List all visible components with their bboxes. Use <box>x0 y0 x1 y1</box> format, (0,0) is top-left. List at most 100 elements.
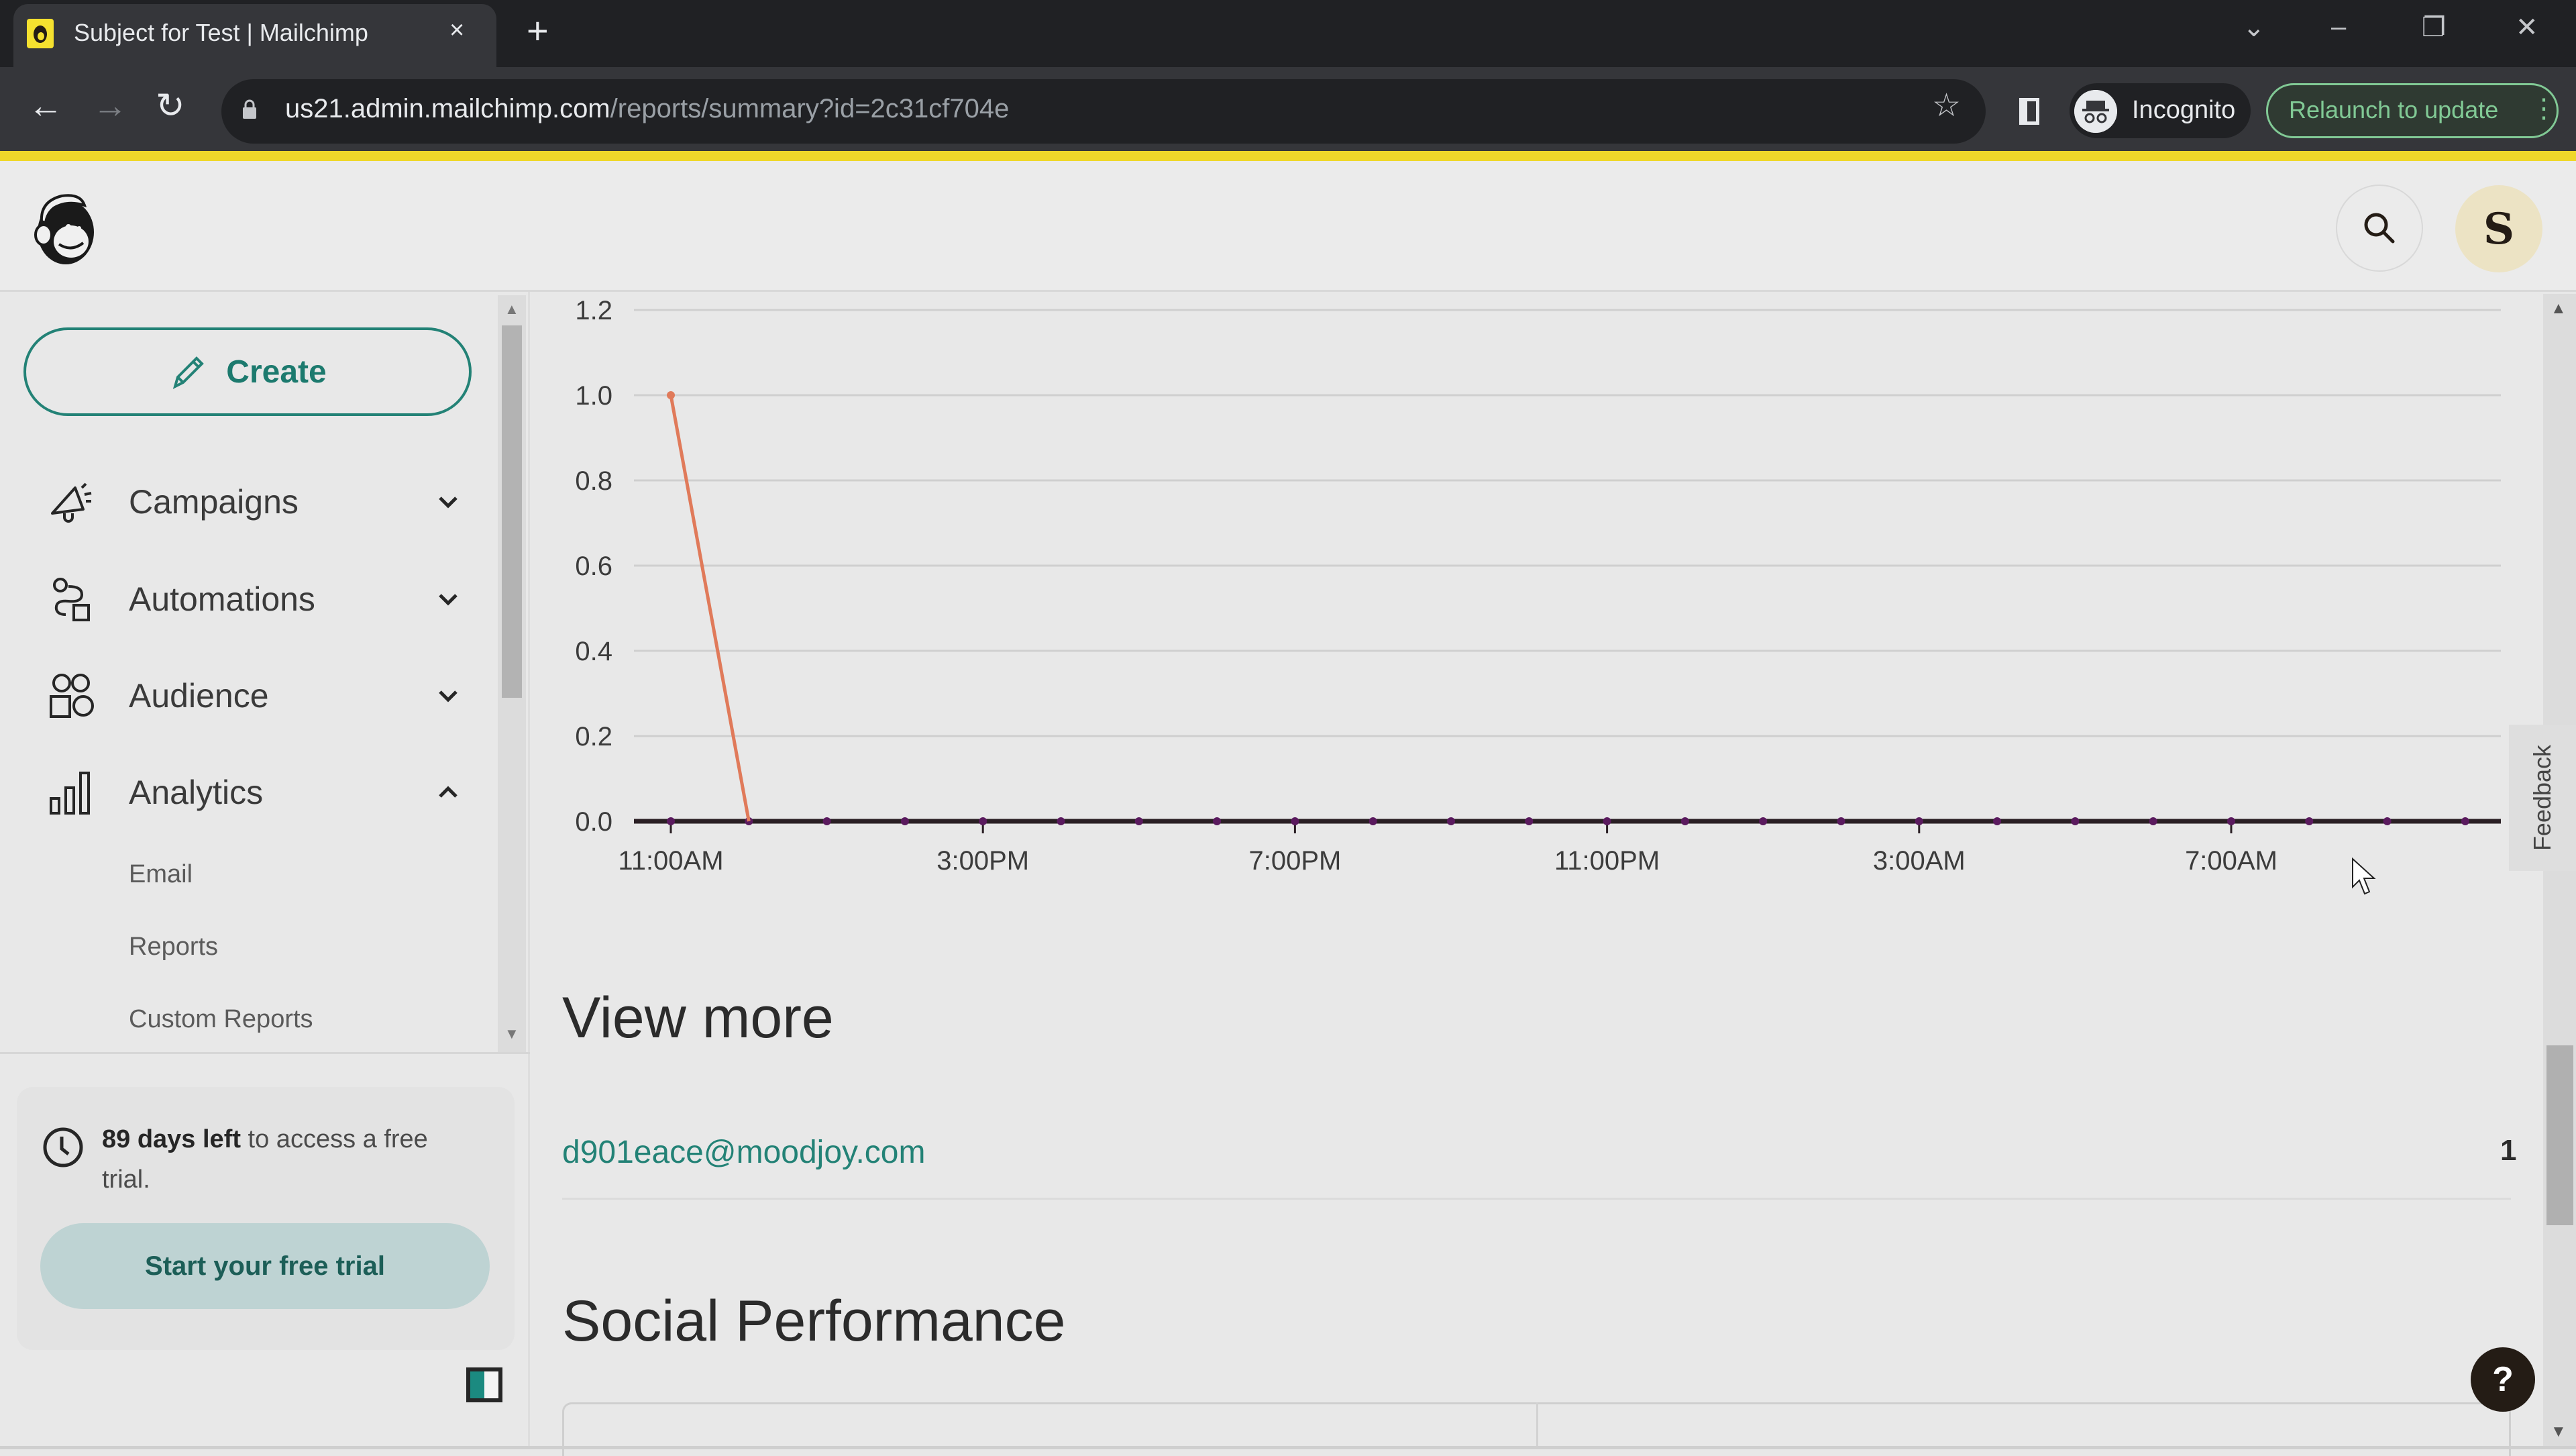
incognito-label: Incognito <box>2132 96 2236 124</box>
x-tick-label: 11:00AM <box>618 846 723 876</box>
social-card-divider <box>1536 1402 1538 1449</box>
forward-icon[interactable]: → <box>93 89 127 123</box>
relaunch-label: Relaunch to update <box>2289 96 2499 123</box>
chevron-down-icon[interactable] <box>435 488 462 515</box>
minimize-icon[interactable]: – <box>2331 12 2346 42</box>
y-tick-label: 0.0 <box>575 807 612 837</box>
sidebar-item-analytics[interactable]: Analytics <box>0 752 490 833</box>
sidebar-item-audience[interactable]: Audience <box>0 656 490 736</box>
view-more-heading: View more <box>562 986 834 1050</box>
y-tick-label: 0.6 <box>575 552 612 581</box>
url-host: us21.admin.mailchimp.com <box>285 94 610 123</box>
tab-close-icon[interactable]: × <box>449 16 464 45</box>
x-tick-label: 7:00PM <box>1248 846 1341 876</box>
mailchimp-logo-icon[interactable] <box>27 188 101 268</box>
side-panel-icon[interactable] <box>2019 98 2039 125</box>
y-tick-label: 1.2 <box>575 296 612 325</box>
data-point-b <box>1368 817 1377 825</box>
tab-search-chevron-icon[interactable]: ⌄ <box>2243 12 2265 43</box>
window-close-icon[interactable]: ✕ <box>2516 12 2538 43</box>
subscriber-email-link[interactable]: d901eace@moodjoy.com <box>562 1134 925 1171</box>
data-point-b <box>900 817 909 825</box>
nav-label: Audience <box>129 677 269 715</box>
chevron-down-icon[interactable] <box>435 586 462 613</box>
mailchimp-favicon-icon <box>27 19 54 48</box>
search-button[interactable] <box>2336 185 2423 272</box>
incognito-icon <box>2074 90 2117 133</box>
trial-message: 89 days left to access a free trial. <box>102 1119 478 1200</box>
sidebar-divider <box>0 1052 530 1054</box>
search-icon <box>2364 213 2395 244</box>
data-point-b <box>1057 817 1065 825</box>
subscriber-count: 1 <box>2500 1134 2517 1167</box>
x-tick-label: 7:00AM <box>2185 846 2277 876</box>
restore-icon[interactable]: ❐ <box>2422 12 2446 43</box>
main-scroll-down-icon[interactable]: ▼ <box>2551 1422 2567 1441</box>
user-avatar[interactable]: S <box>2455 185 2542 272</box>
main-scrollbar[interactable] <box>2543 294 2576 1449</box>
feedback-label: Feedback <box>2528 744 2557 851</box>
line-chart: 0.0 0.2 0.4 0.6 0.8 1.0 1.2 11:00AM 3:00PM 7:00PM… <box>575 296 2501 876</box>
start-free-trial-button[interactable]: Start your free trial <box>40 1223 490 1309</box>
x-tick-label: 3:00AM <box>1873 846 1966 876</box>
megaphone-icon <box>51 482 92 523</box>
url-path: /reports/summary?id=2c31cf704e <box>610 94 1010 123</box>
x-tick-label: 3:00PM <box>936 846 1029 876</box>
data-point-b <box>1915 817 1923 825</box>
y-tick-label: 1.0 <box>575 381 612 411</box>
create-label: Create <box>226 354 327 390</box>
accent-stripe <box>0 151 2576 161</box>
data-point-b <box>979 817 987 825</box>
sidebar-scrollbar-thumb[interactable] <box>502 325 522 698</box>
new-tab-button[interactable]: + <box>527 12 549 50</box>
url-text[interactable]: us21.admin.mailchimp.com/reports/summary… <box>285 94 1009 124</box>
data-point-b <box>1291 817 1299 825</box>
sidebar-scroll-up-icon[interactable]: ▲ <box>504 301 519 318</box>
data-point-a <box>667 391 675 399</box>
sidebar-scroll-down-icon[interactable]: ▼ <box>504 1025 519 1043</box>
bookmark-star-icon[interactable]: ☆ <box>1932 90 1961 122</box>
nav-label: Analytics <box>129 774 264 811</box>
feedback-tab[interactable]: Feedback <box>2509 725 2576 871</box>
browser-menu-icon[interactable]: ⋮ <box>2530 95 2557 122</box>
y-tick-label: 0.4 <box>575 637 612 666</box>
data-point-b <box>822 817 831 825</box>
data-point-b <box>1213 817 1222 825</box>
y-tick-label: 0.2 <box>575 722 612 751</box>
data-point-b <box>2461 817 2469 825</box>
reload-icon[interactable]: ↻ <box>156 89 185 123</box>
sidebar-item-automations[interactable]: Automations <box>0 559 490 639</box>
data-point-b <box>1993 817 2002 825</box>
chevron-up-icon[interactable] <box>435 779 462 806</box>
social-performance-heading: Social Performance <box>562 1289 1066 1353</box>
automation-flow-icon <box>53 578 90 621</box>
chevron-down-icon[interactable] <box>435 682 462 709</box>
x-tick-label: 11:00PM <box>1554 846 1660 876</box>
pencil-icon <box>173 356 205 389</box>
back-icon[interactable]: ← <box>28 89 63 123</box>
nav-label: Automations <box>129 580 315 618</box>
y-tick-label: 0.8 <box>575 466 612 496</box>
data-point-b <box>1525 817 1534 825</box>
sidebar-item-campaigns[interactable]: Campaigns <box>0 462 490 542</box>
audience-icon <box>50 674 94 718</box>
data-point-b <box>2071 817 2080 825</box>
help-button[interactable]: ? <box>2471 1347 2535 1412</box>
main-scrollbar-thumb[interactable] <box>2546 1045 2573 1225</box>
sidebar-subitem-custom-reports[interactable]: Custom Reports <box>129 1005 313 1034</box>
sidebar-subitem-reports[interactable]: Reports <box>129 933 218 961</box>
data-point-b <box>1759 817 1768 825</box>
create-button[interactable]: Create <box>23 327 472 416</box>
sidebar-subitem-email[interactable]: Email <box>129 860 193 889</box>
collapse-sidebar-icon[interactable] <box>466 1367 502 1402</box>
lock-icon <box>243 99 256 119</box>
trial-days-left: 89 days left <box>102 1125 241 1153</box>
data-point-b <box>667 817 675 825</box>
data-point-b <box>2149 817 2157 825</box>
main-scroll-up-icon[interactable]: ▲ <box>2551 299 2567 318</box>
data-point-b <box>2383 817 2392 825</box>
data-point-b <box>1680 817 1689 825</box>
nav-label: Campaigns <box>129 483 299 521</box>
tab-title: Subject for Test | Mailchimp <box>74 19 368 46</box>
series-line-a <box>669 395 751 822</box>
